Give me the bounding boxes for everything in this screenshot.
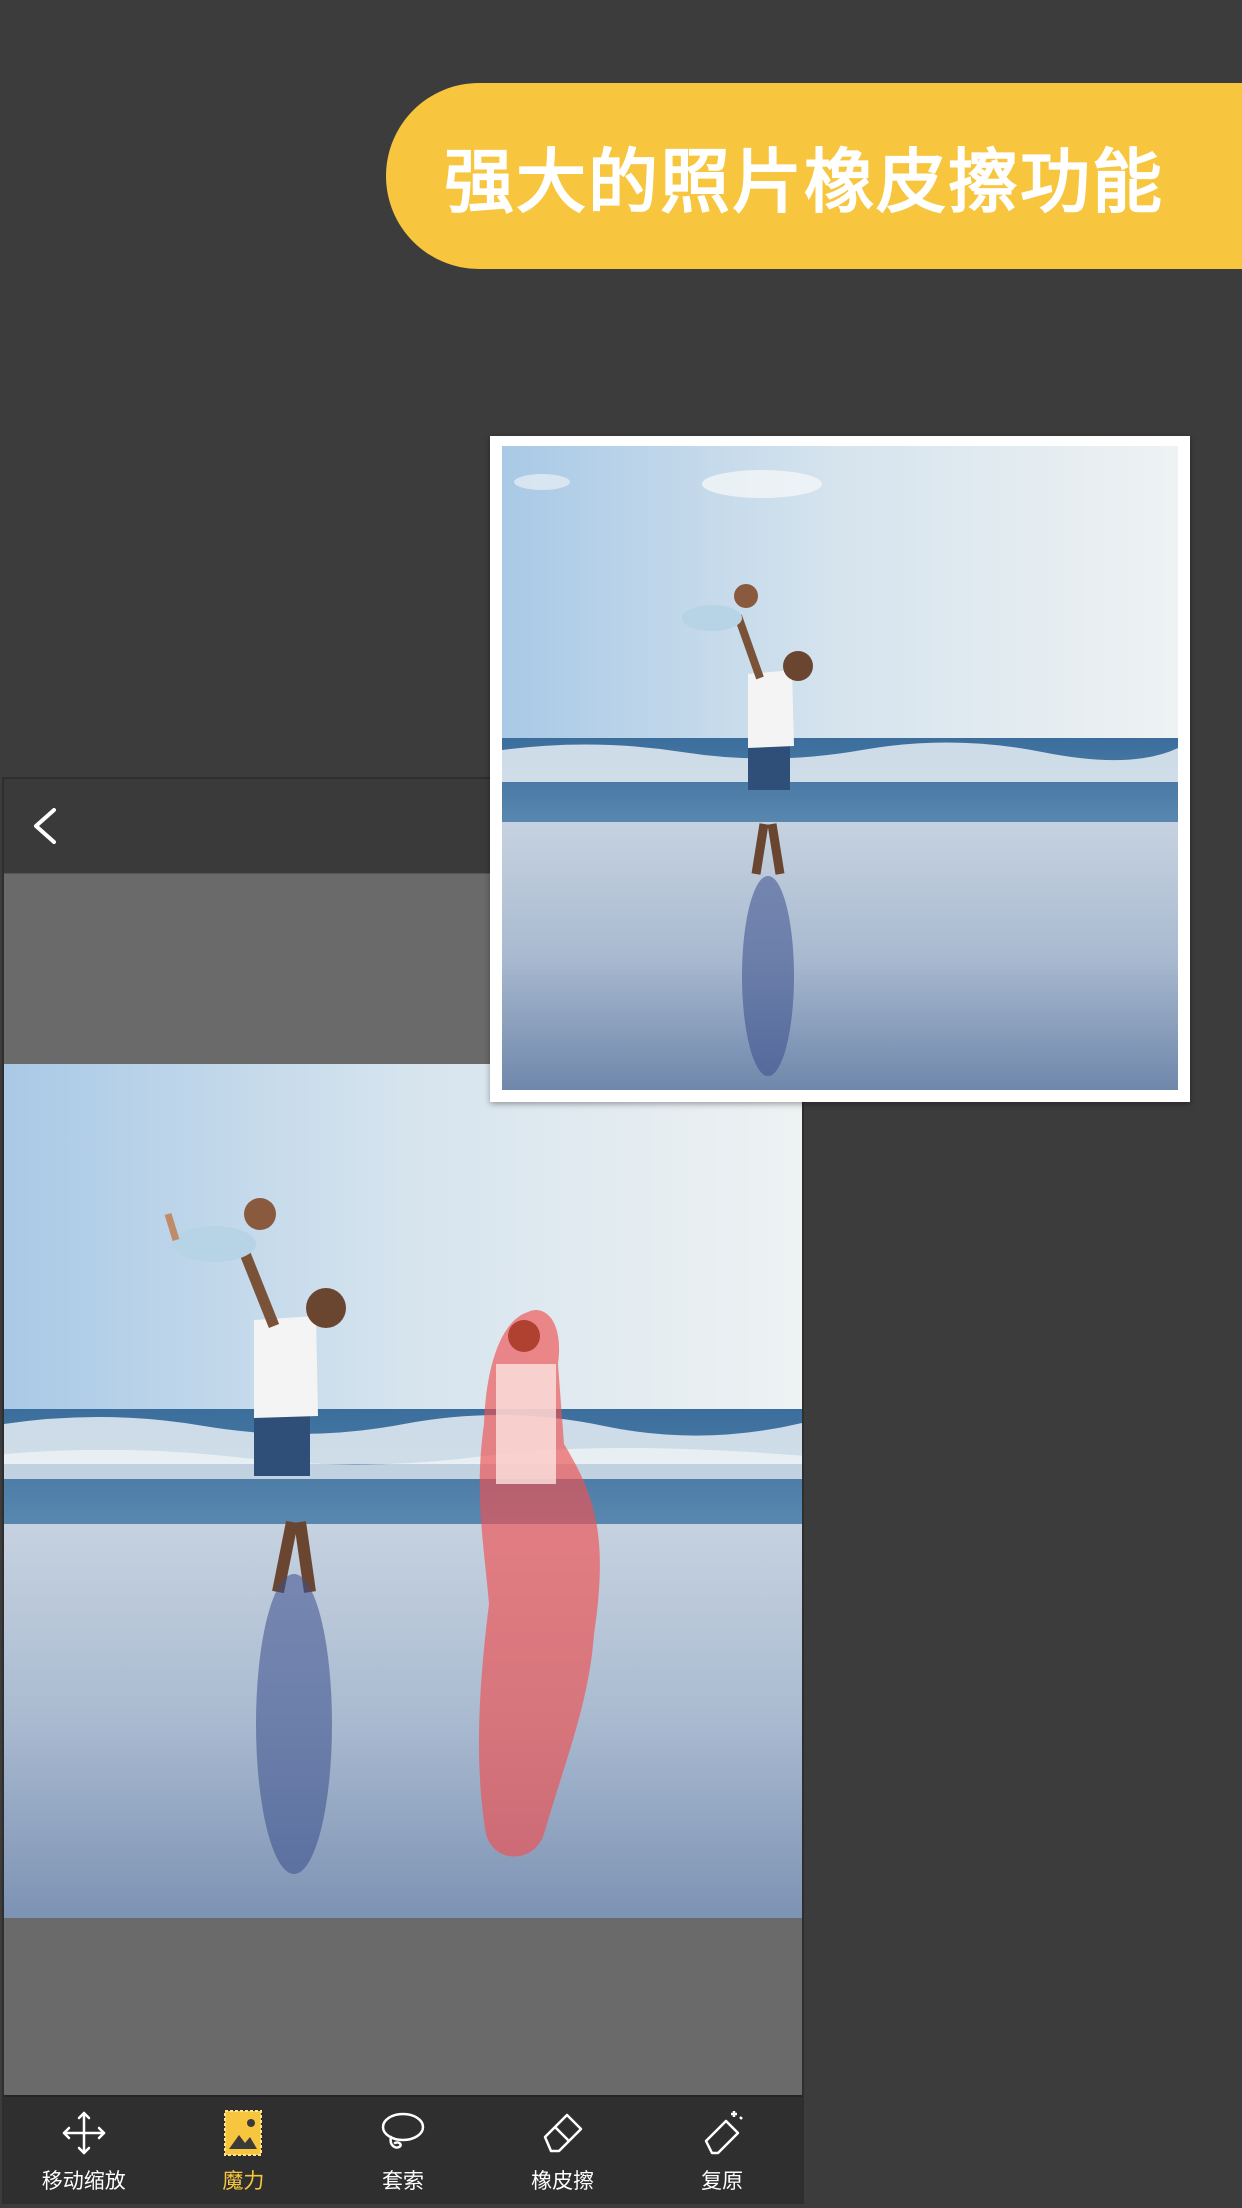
move-arrows-icon (62, 2111, 106, 2155)
tool-magic[interactable]: 魔力 (173, 2097, 313, 2202)
back-chevron-icon[interactable] (26, 804, 66, 848)
banner-title: 强大的照片橡皮擦功能 (444, 140, 1164, 223)
tool-label: 橡皮擦 (531, 2169, 595, 2193)
editor-toolbar: 移动缩放 魔力 套索 橡皮擦 复原 (4, 2095, 802, 2202)
result-photo-card (490, 436, 1190, 1102)
lasso-icon (381, 2112, 425, 2149)
tool-eraser[interactable]: 橡皮擦 (493, 2097, 633, 2202)
tool-label: 魔力 (222, 2169, 265, 2193)
tool-move-zoom[interactable]: 移动缩放 (14, 2097, 154, 2202)
editor-photo-canvas[interactable] (4, 1064, 804, 1918)
feature-banner: 强大的照片橡皮擦功能 (386, 83, 1242, 269)
tool-label: 移动缩放 (41, 2169, 126, 2193)
tool-label: 复原 (701, 2169, 744, 2193)
restore-icon (704, 2111, 744, 2155)
tool-restore[interactable]: 复原 (652, 2097, 792, 2202)
tool-lasso[interactable]: 套索 (333, 2097, 473, 2202)
result-photo (502, 446, 1178, 1090)
tool-label: 套索 (381, 2169, 424, 2193)
eraser-icon (543, 2113, 582, 2153)
magic-image-icon (224, 2110, 263, 2156)
